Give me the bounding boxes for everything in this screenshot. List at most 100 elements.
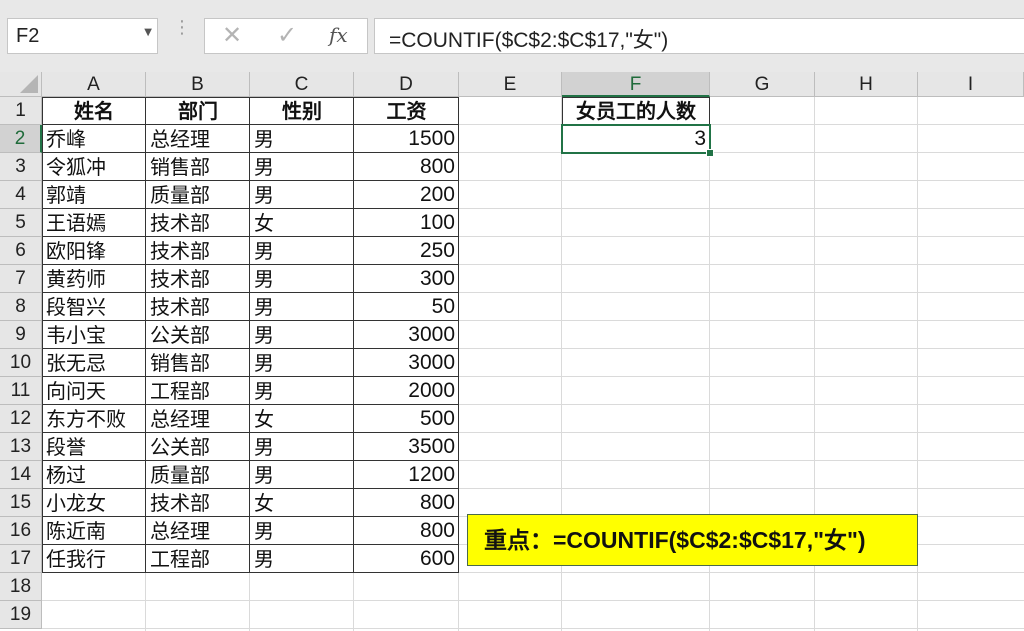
active-cell-outline[interactable]: [561, 124, 711, 154]
row-header-15[interactable]: 15: [0, 489, 42, 517]
header-cell[interactable]: 工资: [354, 97, 459, 125]
row-header-1[interactable]: 1: [0, 97, 42, 125]
table-cell[interactable]: 技术部: [146, 489, 250, 517]
row-header-14[interactable]: 14: [0, 461, 42, 489]
table-cell[interactable]: 韦小宝: [42, 321, 146, 349]
table-cell[interactable]: 销售部: [146, 349, 250, 377]
header-cell[interactable]: 性别: [250, 97, 354, 125]
table-cell[interactable]: 段智兴: [42, 293, 146, 321]
column-header-a[interactable]: A: [42, 72, 146, 97]
column-header-i[interactable]: I: [918, 72, 1024, 97]
column-header-c[interactable]: C: [250, 72, 354, 97]
table-cell[interactable]: 800: [354, 489, 459, 517]
table-cell[interactable]: 2000: [354, 377, 459, 405]
table-cell[interactable]: 技术部: [146, 209, 250, 237]
table-cell[interactable]: 质量部: [146, 461, 250, 489]
table-cell[interactable]: 3000: [354, 349, 459, 377]
table-cell[interactable]: 总经理: [146, 125, 250, 153]
column-header-h[interactable]: H: [815, 72, 918, 97]
table-cell[interactable]: 段誉: [42, 433, 146, 461]
row-header-4[interactable]: 4: [0, 181, 42, 209]
table-cell[interactable]: 女: [250, 489, 354, 517]
table-cell[interactable]: 销售部: [146, 153, 250, 181]
table-cell[interactable]: 250: [354, 237, 459, 265]
table-cell[interactable]: 男: [250, 461, 354, 489]
table-cell[interactable]: 男: [250, 517, 354, 545]
table-cell[interactable]: 男: [250, 433, 354, 461]
table-cell[interactable]: 郭靖: [42, 181, 146, 209]
row-header-11[interactable]: 11: [0, 377, 42, 405]
result-header-cell[interactable]: 女员工的人数: [562, 97, 710, 125]
row-header-12[interactable]: 12: [0, 405, 42, 433]
table-cell[interactable]: 技术部: [146, 265, 250, 293]
table-cell[interactable]: 技术部: [146, 293, 250, 321]
chevron-down-icon[interactable]: ▼: [144, 27, 152, 38]
row-header-16[interactable]: 16: [0, 517, 42, 545]
table-cell[interactable]: 800: [354, 153, 459, 181]
row-header-18[interactable]: 18: [0, 573, 42, 601]
table-cell[interactable]: 小龙女: [42, 489, 146, 517]
table-cell[interactable]: 张无忌: [42, 349, 146, 377]
row-header-2[interactable]: 2: [0, 125, 42, 153]
column-header-b[interactable]: B: [146, 72, 250, 97]
table-cell[interactable]: 乔峰: [42, 125, 146, 153]
row-header-5[interactable]: 5: [0, 209, 42, 237]
table-cell[interactable]: 1500: [354, 125, 459, 153]
table-cell[interactable]: 男: [250, 377, 354, 405]
table-cell[interactable]: 男: [250, 237, 354, 265]
table-cell[interactable]: 200: [354, 181, 459, 209]
worksheet-grid[interactable]: ABCDEFGHI 1 2 3 4 5 6 7 8 9 10 11 12 13 14 15 16 17 18 19 …: [0, 72, 1024, 631]
table-cell[interactable]: 3500: [354, 433, 459, 461]
header-cell[interactable]: 姓名: [42, 97, 146, 125]
table-cell[interactable]: 男: [250, 125, 354, 153]
table-cell[interactable]: 质量部: [146, 181, 250, 209]
table-cell[interactable]: 女: [250, 209, 354, 237]
insert-function-icon[interactable]: fx: [329, 23, 348, 47]
row-header-13[interactable]: 13: [0, 433, 42, 461]
table-cell[interactable]: 800: [354, 517, 459, 545]
table-cell[interactable]: 500: [354, 405, 459, 433]
cancel-icon[interactable]: ✕: [222, 21, 242, 49]
row-header-3[interactable]: 3: [0, 153, 42, 181]
table-cell[interactable]: 东方不败: [42, 405, 146, 433]
table-cell[interactable]: 陈近南: [42, 517, 146, 545]
row-header-6[interactable]: 6: [0, 237, 42, 265]
table-cell[interactable]: 向问天: [42, 377, 146, 405]
check-icon[interactable]: ✓: [277, 21, 297, 49]
table-cell[interactable]: 黄药师: [42, 265, 146, 293]
table-cell[interactable]: 300: [354, 265, 459, 293]
table-cell[interactable]: 男: [250, 181, 354, 209]
name-box[interactable]: F2 ▼: [7, 18, 158, 54]
table-cell[interactable]: 男: [250, 265, 354, 293]
row-header-9[interactable]: 9: [0, 321, 42, 349]
fill-handle[interactable]: [706, 149, 714, 157]
table-cell[interactable]: 50: [354, 293, 459, 321]
column-header-d[interactable]: D: [354, 72, 459, 97]
column-header-g[interactable]: G: [710, 72, 815, 97]
table-cell[interactable]: 100: [354, 209, 459, 237]
header-cell[interactable]: 部门: [146, 97, 250, 125]
table-cell[interactable]: 公关部: [146, 433, 250, 461]
column-header-f[interactable]: F: [562, 72, 710, 97]
select-all-button[interactable]: [0, 72, 42, 97]
row-header-19[interactable]: 19: [0, 601, 42, 629]
table-cell[interactable]: 工程部: [146, 377, 250, 405]
table-cell[interactable]: 任我行: [42, 545, 146, 573]
table-cell[interactable]: 令狐冲: [42, 153, 146, 181]
table-cell[interactable]: 女: [250, 405, 354, 433]
table-cell[interactable]: 1200: [354, 461, 459, 489]
row-header-7[interactable]: 7: [0, 265, 42, 293]
table-cell[interactable]: 技术部: [146, 237, 250, 265]
table-cell[interactable]: 工程部: [146, 545, 250, 573]
row-header-8[interactable]: 8: [0, 293, 42, 321]
table-cell[interactable]: 3000: [354, 321, 459, 349]
table-cell[interactable]: 600: [354, 545, 459, 573]
row-header-10[interactable]: 10: [0, 349, 42, 377]
drag-handle-icon[interactable]: ⋮: [173, 19, 191, 37]
table-cell[interactable]: 男: [250, 153, 354, 181]
table-cell[interactable]: 男: [250, 321, 354, 349]
table-cell[interactable]: 男: [250, 349, 354, 377]
table-cell[interactable]: 总经理: [146, 517, 250, 545]
row-header-17[interactable]: 17: [0, 545, 42, 573]
table-cell[interactable]: 公关部: [146, 321, 250, 349]
